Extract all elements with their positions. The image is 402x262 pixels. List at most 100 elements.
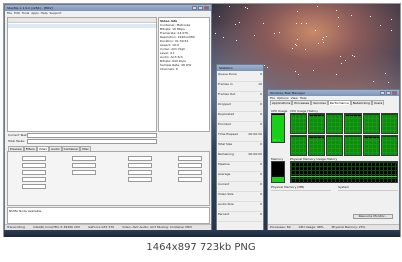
cpu-core-graph bbox=[326, 113, 344, 134]
stat-row: Current 0 bbox=[218, 182, 262, 192]
info-panel: Video Info Container: Matroska Bitrate: … bbox=[158, 17, 210, 132]
stat-row: Queue Done 0 bbox=[218, 72, 262, 82]
star bbox=[297, 39, 299, 41]
setting-dropdown[interactable] bbox=[22, 177, 46, 182]
star bbox=[295, 43, 297, 45]
star bbox=[390, 19, 392, 21]
star bbox=[266, 66, 268, 68]
stat-row: Time Elapsed 00:00:20 bbox=[218, 132, 262, 142]
maximize-icon[interactable] bbox=[198, 6, 203, 10]
stat-value: 0 bbox=[260, 202, 262, 206]
star bbox=[372, 81, 374, 83]
setting-dropdown[interactable] bbox=[128, 163, 152, 168]
tab-users[interactable]: Users bbox=[371, 100, 385, 105]
setting-dropdown[interactable] bbox=[178, 163, 202, 168]
minimize-icon[interactable] bbox=[380, 91, 385, 95]
star bbox=[338, 26, 340, 28]
menu-apps[interactable]: Apps bbox=[31, 11, 38, 16]
stat-value: 0 bbox=[260, 212, 262, 216]
job-list-header bbox=[8, 18, 156, 23]
setting-dropdown[interactable] bbox=[22, 163, 46, 168]
stat-label: Duplicated bbox=[218, 112, 235, 116]
stat-value: 0 bbox=[260, 112, 262, 116]
cpu-core-graph bbox=[290, 135, 308, 156]
star bbox=[245, 6, 247, 8]
star bbox=[354, 56, 356, 58]
star bbox=[298, 73, 300, 75]
star bbox=[316, 5, 318, 7]
star bbox=[239, 21, 241, 23]
setting-dropdown[interactable] bbox=[22, 170, 46, 175]
stat-row: Percent 0 bbox=[218, 212, 262, 222]
stat-label: Video Size bbox=[218, 192, 234, 196]
stat-label: Queue Done bbox=[218, 72, 237, 76]
setting-dropdown[interactable] bbox=[178, 177, 202, 182]
tab-applications[interactable]: Applications bbox=[270, 100, 293, 105]
encoder-menubar: File Edit Tools Apps Help Support bbox=[5, 11, 211, 16]
setting-dropdown[interactable] bbox=[128, 170, 152, 175]
star bbox=[315, 30, 317, 32]
stat-value: 00:00:20 bbox=[248, 132, 262, 136]
star bbox=[222, 36, 224, 38]
close-icon[interactable] bbox=[392, 91, 397, 95]
menu-tools[interactable]: Tools bbox=[22, 11, 29, 16]
stat-row: Frames in 10 bbox=[218, 82, 262, 92]
tab-networking[interactable]: Networking bbox=[350, 100, 372, 105]
encoder-window[interactable]: StaxRip 1.1.9.0 (x264) - [MKV] File Edit… bbox=[4, 4, 212, 231]
menu-support[interactable]: Support bbox=[50, 11, 62, 16]
cpu-core-graph bbox=[344, 113, 362, 134]
tab-performance[interactable]: Performance bbox=[327, 100, 351, 105]
taskbar[interactable] bbox=[4, 230, 400, 237]
stat-row: Audio Size 0 bbox=[218, 202, 262, 212]
setting-dropdown[interactable] bbox=[72, 170, 96, 175]
stat-row: Remaining 00:00:00 bbox=[218, 152, 262, 162]
setting-dropdown[interactable] bbox=[128, 156, 152, 161]
minimize-icon[interactable] bbox=[192, 6, 197, 10]
setting-dropdown[interactable] bbox=[178, 156, 202, 161]
job-row[interactable] bbox=[8, 24, 156, 28]
task-manager-window[interactable]: Windows Task Manager File Options View H… bbox=[267, 89, 400, 231]
stat-row: Duplicated 0 bbox=[218, 112, 262, 122]
setting-dropdown[interactable] bbox=[72, 163, 96, 168]
job-list[interactable] bbox=[7, 17, 157, 132]
tab-services[interactable]: Services bbox=[311, 100, 328, 105]
maximize-icon[interactable] bbox=[386, 91, 391, 95]
close-icon[interactable] bbox=[204, 6, 209, 10]
desktop-frame: StaxRip 1.1.9.0 (x264) - [MKV] File Edit… bbox=[3, 3, 401, 238]
menu-file[interactable]: File bbox=[7, 11, 12, 16]
task-manager-tabs: Applications Processes Services Performa… bbox=[268, 100, 399, 105]
stat-row: Pipeline 0 bbox=[218, 162, 262, 172]
resource-monitor-button[interactable]: Resource Monitor... bbox=[353, 214, 393, 219]
setting-dropdown[interactable] bbox=[178, 170, 202, 175]
star bbox=[215, 32, 217, 34]
menu-edit[interactable]: Edit bbox=[14, 11, 20, 16]
stat-value: 00:00:00 bbox=[248, 152, 262, 156]
star bbox=[351, 14, 353, 16]
log-panel: NUMA Node available bbox=[7, 207, 210, 224]
stat-row: Video Size 0 bbox=[218, 192, 262, 202]
cpu-core-graph bbox=[290, 113, 308, 134]
star bbox=[295, 44, 297, 46]
statistics-window[interactable]: Statistics Queue Done 0 Frames in 10 Frames … bbox=[216, 64, 264, 231]
encoder-title: StaxRip 1.1.9.0 (x264) - [MKV] bbox=[7, 6, 53, 10]
stat-label: Encoded bbox=[218, 122, 231, 126]
star bbox=[325, 36, 327, 38]
total-tasks-field bbox=[27, 139, 157, 144]
setting-dropdown[interactable] bbox=[22, 184, 46, 189]
setting-dropdown[interactable] bbox=[128, 177, 152, 182]
star bbox=[385, 72, 387, 74]
cpu-core-graph bbox=[362, 113, 380, 134]
caption-bar: 1464x897 723kb PNG bbox=[0, 237, 402, 262]
stat-value: 10 bbox=[258, 82, 262, 86]
setting-dropdown[interactable] bbox=[72, 156, 96, 161]
cpu-usage-meter: 98 % bbox=[271, 113, 285, 143]
memory-meter bbox=[271, 161, 285, 183]
tab-processes[interactable]: Processes bbox=[292, 100, 312, 105]
stat-value: 0 bbox=[260, 72, 262, 76]
stat-label: Time Elapsed bbox=[218, 132, 239, 136]
stat-value: 0 bbox=[260, 122, 262, 126]
menu-help[interactable]: Help bbox=[41, 11, 48, 16]
cpu-history-grid bbox=[290, 113, 398, 156]
setting-dropdown[interactable] bbox=[22, 156, 46, 161]
star bbox=[322, 41, 324, 43]
